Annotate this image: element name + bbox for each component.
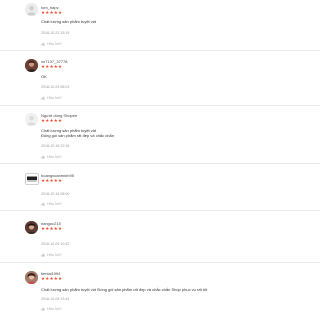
star-icon: ★: [57, 276, 63, 281]
thumbs-up-icon: [41, 253, 45, 257]
star-icon: ★: [57, 178, 63, 183]
person-silhouette-icon: [25, 3, 38, 16]
review-comment: Chất lượng sản phẩm tuyệt vời Đóng gói s…: [41, 287, 207, 292]
review-item: nangoc215 ★★★★★ 2018-10-09 10:42 Hữu Ích…: [0, 211, 320, 263]
review-comment: Chất lượng sản phẩm tuyệt vời Đóng gói s…: [41, 128, 114, 138]
helpful-label: Hữu Ích?: [47, 253, 62, 257]
thumbs-up-icon: [41, 155, 45, 159]
avatar[interactable]: [25, 3, 38, 16]
review-date: 2018-10-18 22:16: [41, 144, 70, 148]
review-comment: OK: [41, 74, 47, 79]
helpful-label: Hữu Ích?: [47, 155, 62, 159]
helpful-button[interactable]: Hữu Ích?: [41, 155, 62, 159]
rating-stars: ★★★★★: [41, 118, 62, 124]
review-date: 2018-10-09 13:44: [41, 297, 70, 301]
rating-stars: ★★★★★: [41, 276, 62, 282]
rating-stars: ★★★★★: [41, 10, 62, 16]
avatar[interactable]: [25, 113, 38, 126]
brand-logo-icon: [26, 174, 38, 184]
rating-stars: ★★★★★: [41, 226, 62, 232]
rating-stars: ★★★★★: [41, 178, 62, 184]
review-comment-line: OK: [41, 74, 47, 79]
review-comment-line: Chất lượng sản phẩm tuyệt vời: [41, 19, 97, 24]
helpful-button[interactable]: Hữu Ích?: [41, 253, 62, 257]
review-date: 2018-10-15 08:00: [41, 192, 70, 196]
thumbs-up-icon: [41, 42, 45, 46]
review-list: tom_hapv ★★★★★ Chất lượng sản phẩm tuyệt…: [0, 0, 320, 320]
helpful-label: Hữu Ích?: [47, 307, 62, 311]
user-photo-icon: [25, 59, 38, 72]
review-date: 2018-10-23 08:03: [41, 85, 70, 89]
helpful-label: Hữu Ích?: [47, 42, 62, 46]
star-icon: ★: [57, 10, 63, 15]
review-item: tom_hapv ★★★★★ Chất lượng sản phẩm tuyệt…: [0, 0, 320, 51]
review-comment: Chất lượng sản phẩm tuyệt vời: [41, 19, 96, 24]
helpful-label: Hữu Ích?: [47, 202, 62, 206]
avatar[interactable]: [25, 59, 38, 72]
helpful-button[interactable]: Hữu Ích?: [41, 96, 62, 100]
review-item: Người dùng Shopee ★★★★★ Chất lượng sản p…: [0, 106, 320, 164]
review-item: vn7137_37778 ★★★★★ OK 2018-10-23 08:03 H…: [0, 51, 320, 106]
thumbs-up-icon: [41, 96, 45, 100]
thumbs-up-icon: [41, 202, 45, 206]
helpful-button[interactable]: Hữu Ích?: [41, 42, 62, 46]
placeholder-avatar-icon: [25, 113, 38, 126]
review-date: 2018-10-23 15:19: [41, 31, 70, 35]
avatar[interactable]: [25, 173, 39, 185]
star-icon: ★: [57, 118, 63, 123]
review-item: tienlai1994 ★★★★★ Chất lượng sản phẩm tu…: [0, 263, 320, 320]
avatar[interactable]: [25, 221, 38, 234]
user-photo-icon: [25, 271, 38, 284]
user-photo-icon: [25, 221, 38, 234]
helpful-button[interactable]: Hữu Ích?: [41, 202, 62, 206]
review-comment-line: Đóng gói sản phẩm rất đẹp và chắc chắn: [41, 133, 114, 138]
helpful-label: Hữu Ích?: [47, 96, 62, 100]
review-comment-line: Chất lượng sản phẩm tuyệt vời Đóng gói s…: [41, 287, 208, 292]
star-icon: ★: [57, 226, 63, 231]
avatar[interactable]: [25, 271, 38, 284]
review-date: 2018-10-09 10:42: [41, 242, 70, 246]
rating-stars: ★★★★★: [41, 64, 62, 70]
thumbs-up-icon: [41, 307, 45, 311]
review-item: hoangxuanminh95 ★★★★★ 2018-10-15 08:00 H…: [0, 164, 320, 211]
helpful-button[interactable]: Hữu Ích?: [41, 307, 62, 311]
star-icon: ★: [57, 64, 63, 69]
